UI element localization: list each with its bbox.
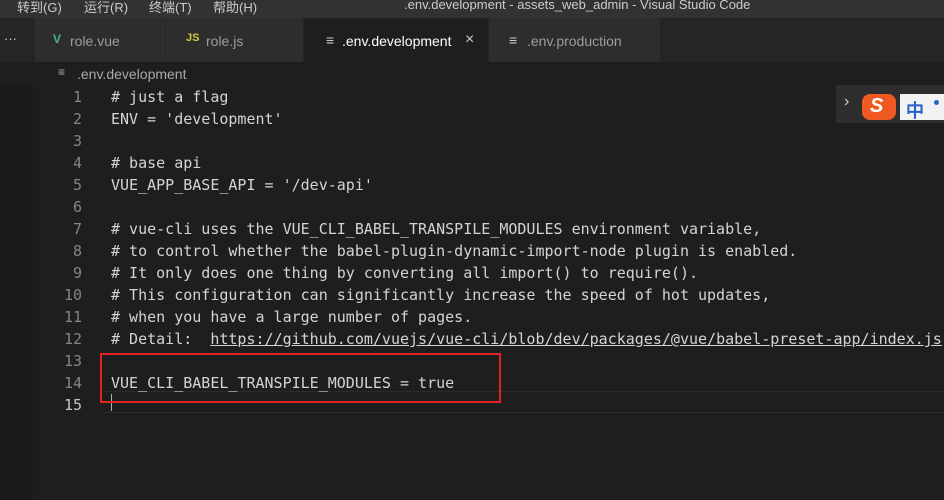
code-line[interactable]: VUE_APP_BASE_API = '/dev-api' (111, 174, 373, 196)
tab-env-production[interactable]: ≡ .env.production (489, 18, 660, 62)
line-number: 15 (63, 396, 82, 414)
chevron-right-icon[interactable]: › (844, 93, 849, 111)
line-number: 5 (72, 176, 82, 194)
annotation-highlight-box (100, 353, 501, 403)
breadcrumb: ≡ .env.development (0, 62, 944, 86)
code-line[interactable]: # to control whether the babel-plugin-dy… (111, 240, 797, 262)
code-line[interactable]: # This configuration can significantly i… (111, 284, 770, 306)
menu-run[interactable]: 运行(R) (84, 0, 128, 16)
line-number: 10 (63, 286, 82, 304)
line-number: 6 (72, 198, 82, 216)
js-file-icon: JS (186, 32, 200, 44)
code-line[interactable]: # vue-cli uses the VUE_CLI_BABEL_TRANSPI… (111, 218, 761, 240)
settings-file-icon: ≡ (326, 32, 335, 48)
tab-env-development[interactable]: ≡ .env.development × (304, 18, 488, 62)
breadcrumb-file[interactable]: .env.development (77, 66, 186, 82)
more-actions-icon[interactable]: ··· (4, 31, 17, 46)
code-line[interactable]: # just a flag (111, 86, 228, 108)
line-number: 11 (63, 308, 82, 326)
ime-mode-chinese[interactable]: 中 (906, 97, 924, 123)
line-number: 14 (63, 374, 82, 392)
tab-label: role.vue (70, 33, 120, 49)
code-line[interactable]: # base api (111, 152, 201, 174)
settings-file-icon: ≡ (58, 65, 66, 79)
line-number: 7 (72, 220, 82, 238)
window-title: .env.development - assets_web_admin - Vi… (404, 0, 751, 12)
title-bar: 转到(G) 运行(R) 终端(T) 帮助(H) .env.development… (0, 0, 944, 18)
code-line[interactable]: # when you have a large number of pages. (111, 306, 472, 328)
line-number: 13 (63, 352, 82, 370)
line-number: 9 (72, 264, 82, 282)
code-line[interactable]: ENV = 'development' (111, 108, 283, 130)
line-number: 3 (72, 132, 82, 150)
tab-role-js[interactable]: JS role.js (166, 18, 303, 62)
vue-file-icon: V (53, 32, 62, 46)
line-number: 4 (72, 154, 82, 172)
close-tab-icon[interactable]: × (465, 31, 474, 49)
code-line[interactable]: # Detail: https://github.com/vuejs/vue-c… (111, 328, 942, 350)
detail-link[interactable]: https://github.com/vuejs/vue-cli/blob/de… (210, 330, 942, 348)
line-number: 12 (63, 330, 82, 348)
comment-prefix: # Detail: (111, 330, 211, 348)
tab-label: .env.development (342, 33, 452, 49)
punctuation-icon[interactable] (934, 100, 939, 105)
settings-file-icon: ≡ (509, 32, 518, 48)
code-line[interactable]: # It only does one thing by converting a… (111, 262, 698, 284)
ime-logo-letter: S (870, 95, 884, 117)
menu-terminal[interactable]: 终端(T) (149, 0, 192, 16)
tab-label: .env.production (527, 33, 622, 49)
editor-tab-bar: ··· V role.vue JS role.js ≡ .env.develop… (0, 18, 944, 62)
menu-help[interactable]: 帮助(H) (213, 0, 257, 16)
menu-goto[interactable]: 转到(G) (17, 0, 62, 16)
line-number-gutter: 1 2 3 4 5 6 7 8 9 10 11 12 13 14 15 (0, 86, 92, 500)
sogou-logo-icon[interactable]: S (862, 94, 896, 120)
tab-label: role.js (206, 33, 244, 49)
line-number: 1 (72, 88, 82, 106)
line-number: 2 (72, 110, 82, 128)
tab-role-vue[interactable]: V role.vue (35, 18, 165, 62)
ime-toolbar[interactable]: › S 中 (836, 85, 944, 123)
line-number: 8 (72, 242, 82, 260)
